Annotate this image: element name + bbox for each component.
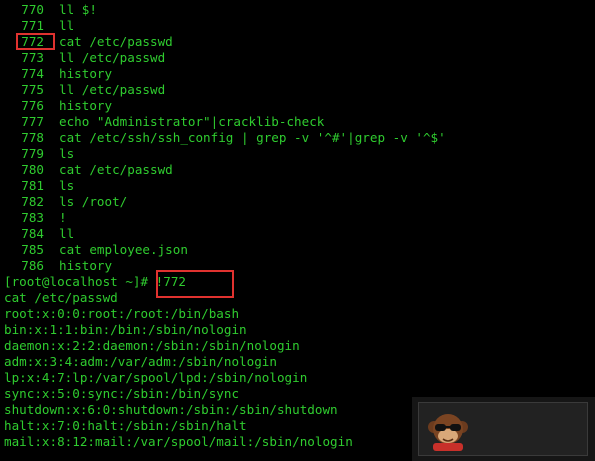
output-line: sync:x:5:0:sync:/sbin:/bin/sync [4,386,240,401]
history-line: 779 ls [4,146,446,162]
history-number: 779 [21,146,44,161]
history-number: 780 [21,162,44,177]
history-number: 781 [21,178,44,193]
monkey-sunglasses-logo-icon [425,407,471,456]
history-line: 780 cat /etc/passwd [4,162,446,178]
history-list: 770 ll $! 771 ll 772 cat /etc/passwd 773 ll … [4,2,446,274]
history-number: 773 [21,50,44,65]
output-line: adm:x:3:4:adm:/var/adm:/sbin/nologin [4,354,277,369]
output-line: root:x:0:0:root:/root:/bin/bash [4,306,240,321]
history-command: history [59,66,113,81]
history-number: 783 [21,210,44,225]
highlight-box-entered-command [156,270,234,298]
history-line: 783! [4,210,446,226]
history-line: 773 ll /etc/passwd [4,50,446,66]
history-command: history [59,258,113,273]
history-line: 778 cat /etc/ssh/ssh_config | grep -v '^#… [4,130,446,146]
output-line: lp:x:4:7:lp:/var/spool/lpd:/sbin/nologin [4,370,308,385]
history-command: cat employee.json [59,242,188,257]
watermark-panel [412,397,595,461]
history-number: 785 [21,242,44,257]
history-number: 770 [21,2,44,17]
history-line: 770 ll $! [4,2,446,18]
history-number: 786 [21,258,44,273]
history-line: 784 ll [4,226,446,242]
highlight-box-history-number [16,33,55,50]
history-command: cat /etc/ssh/ssh_config | grep -v '^#'|g… [59,130,446,145]
history-number: 784 [21,226,44,241]
terminal-window[interactable]: 770 ll $! 771 ll 772 cat /etc/passwd 773 ll … [0,0,595,461]
history-line: 785 cat employee.json [4,242,446,258]
history-line: 776 history [4,98,446,114]
passwd-output: root:x:0:0:root:/root:/bin/bash bin:x:1:… [4,306,446,450]
history-command: ll [59,226,75,241]
history-line: 772 cat /etc/passwd [4,34,446,50]
history-command: ls /root/ [59,194,128,209]
history-line: 774 history [4,66,446,82]
history-command: cat /etc/passwd [59,34,173,49]
history-line: 782 ls /root/ [4,194,446,210]
shell-prompt: [root@localhost ~]# [4,274,156,289]
history-number: 778 [21,130,44,145]
history-number: 776 [21,98,44,113]
history-command: cat /etc/passwd [59,162,173,177]
history-number: 771 [21,18,44,33]
history-line: 781 ls [4,178,446,194]
history-number: 782 [21,194,44,209]
output-line: mail:x:8:12:mail:/var/spool/mail:/sbin/n… [4,434,353,449]
history-command: ! [59,210,67,225]
output-line: halt:x:7:0:halt:/sbin:/sbin/halt [4,418,247,433]
history-command: ll $! [59,2,97,17]
watermark-frame [418,402,588,456]
history-command: ls [59,146,75,161]
history-line: 771 ll [4,18,446,34]
output-line: daemon:x:2:2:daemon:/sbin:/sbin/nologin [4,338,300,353]
history-command: ll /etc/passwd [59,82,166,97]
history-number: 777 [21,114,44,129]
history-number: 775 [21,82,44,97]
output-line: shutdown:x:6:0:shutdown:/sbin:/sbin/shut… [4,402,338,417]
history-command: echo "Administrator"|cracklib-check [59,114,325,129]
history-command: ll /etc/passwd [59,50,166,65]
history-command: ls [59,178,75,193]
history-line: 777 echo "Administrator"|cracklib-check [4,114,446,130]
output-line: bin:x:1:1:bin:/bin:/sbin/nologin [4,322,247,337]
history-line: 775 ll /etc/passwd [4,82,446,98]
terminal-output: 770 ll $! 771 ll 772 cat /etc/passwd 773 ll … [4,2,446,450]
history-command: history [59,98,113,113]
history-number: 774 [21,66,44,81]
history-command: ll [59,18,75,33]
